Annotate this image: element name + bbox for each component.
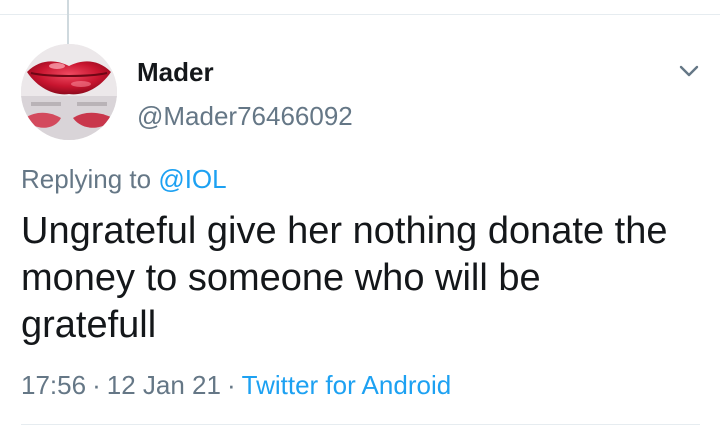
replying-to-handle-link[interactable]: @IOL xyxy=(158,164,226,194)
chevron-down-icon[interactable] xyxy=(676,58,702,84)
chevron-down-icon-svg xyxy=(679,65,699,77)
meta-separator: · xyxy=(226,370,236,400)
replying-to-line: Replying to @IOL xyxy=(21,162,227,196)
avatar[interactable] xyxy=(21,44,117,140)
author-handle[interactable]: @Mader76466092 xyxy=(137,100,353,132)
meta-separator: · xyxy=(92,370,101,400)
top-divider xyxy=(0,14,720,15)
replying-to-label: Replying to xyxy=(21,164,152,194)
lips-photo-icon xyxy=(21,44,117,140)
tweet-source-link[interactable]: Twitter for Android xyxy=(242,370,452,400)
tweet-time[interactable]: 17:56 xyxy=(21,370,86,400)
tweet-date[interactable]: 12 Jan 21 xyxy=(107,370,221,400)
thread-connector-line xyxy=(67,0,69,44)
author-name[interactable]: Mader xyxy=(137,56,214,88)
tweet-text: Ungrateful give her nothing donate the m… xyxy=(21,210,668,346)
bottom-divider xyxy=(21,424,700,425)
tweet-meta: 17:56 · 12 Jan 21 · Twitter for Android xyxy=(21,368,451,402)
